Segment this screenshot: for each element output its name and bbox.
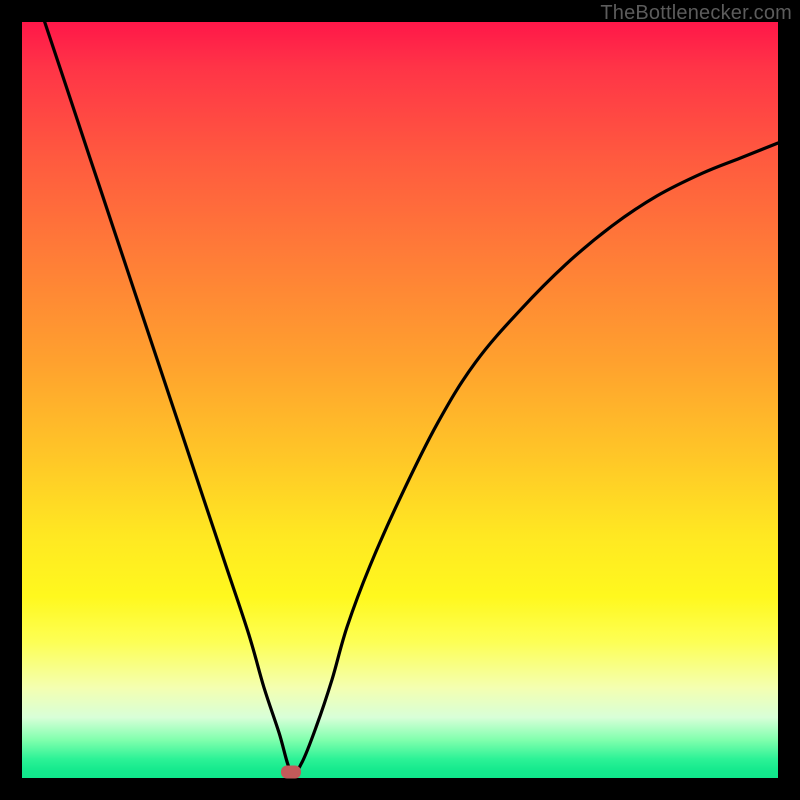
bottleneck-marker bbox=[281, 765, 301, 778]
bottleneck-curve bbox=[22, 22, 778, 778]
watermark-text: TheBottlenecker.com bbox=[600, 2, 792, 25]
chart-frame bbox=[22, 22, 778, 778]
